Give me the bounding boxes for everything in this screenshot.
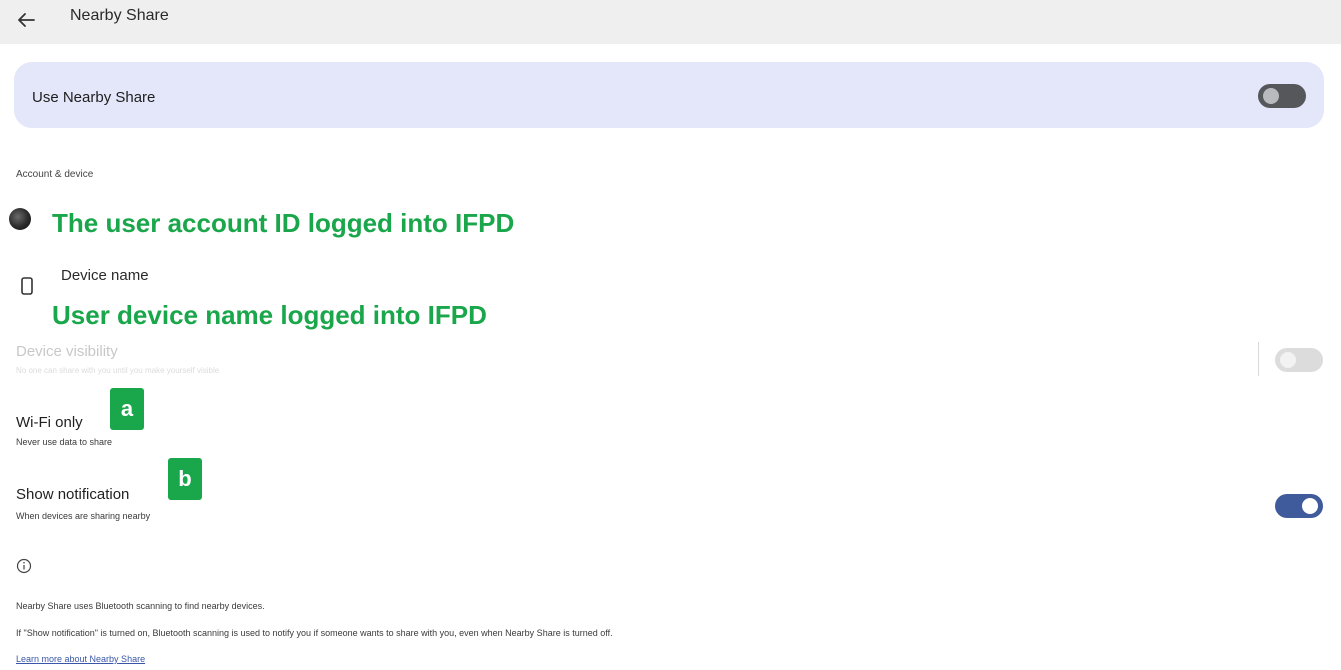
annotation-badge-a: a <box>110 388 144 430</box>
top-app-bar <box>0 0 1341 44</box>
device-name-label[interactable]: Device name <box>61 267 149 284</box>
show-notification-toggle[interactable] <box>1275 494 1323 518</box>
info-icon <box>16 558 32 574</box>
device-visibility-title: Device visibility <box>16 343 118 360</box>
wifi-only-subtitle: Never use data to share <box>16 437 113 447</box>
section-header-account-device: Account & device <box>16 169 94 180</box>
show-notification-title[interactable]: Show notification <box>16 486 129 503</box>
device-visibility-subtitle: No one can share with you until you make… <box>16 366 220 375</box>
account-id-annotation: The user account ID logged into IFPD <box>52 208 515 238</box>
use-nearby-share-label: Use Nearby Share <box>32 89 156 106</box>
device-name-annotation: User device name logged into IFPD <box>52 300 487 330</box>
show-notification-subtitle: When devices are sharing nearby <box>16 511 151 521</box>
page-title: Nearby Share <box>70 7 169 24</box>
use-nearby-share-card[interactable] <box>14 62 1324 128</box>
wifi-only-title[interactable]: Wi-Fi only <box>16 414 83 431</box>
toggle-knob <box>1302 498 1318 514</box>
learn-more-link[interactable]: Learn more about Nearby Share <box>16 654 145 664</box>
annotation-badge-b: b <box>168 458 202 500</box>
arrow-back-icon[interactable] <box>14 8 38 32</box>
use-nearby-share-toggle[interactable] <box>1258 84 1306 108</box>
account-avatar[interactable] <box>9 208 31 230</box>
info-text-line-2: If "Show notification" is turned on, Blu… <box>16 628 613 638</box>
toggle-knob <box>1263 88 1279 104</box>
toggle-knob <box>1280 352 1296 368</box>
info-text-line-1: Nearby Share uses Bluetooth scanning to … <box>16 601 265 611</box>
phone-icon <box>21 277 33 295</box>
device-visibility-toggle[interactable] <box>1275 348 1323 372</box>
divider <box>1258 342 1259 376</box>
